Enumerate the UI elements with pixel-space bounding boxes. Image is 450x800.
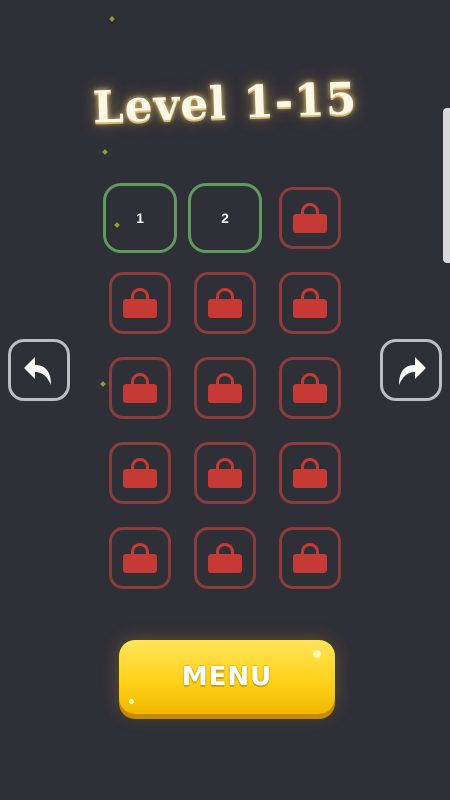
curved-arrow-right-icon (399, 357, 426, 385)
locked-level-button[interactable] (194, 442, 256, 504)
locked-level-button[interactable] (109, 357, 171, 419)
level-number: 1 (136, 210, 144, 226)
lock-icon (208, 373, 242, 403)
curved-arrow-left-icon (24, 357, 51, 385)
lock-icon (208, 458, 242, 488)
next-page-button[interactable] (380, 339, 442, 401)
locked-level-button[interactable] (109, 272, 171, 334)
lock-icon (293, 288, 327, 318)
locked-level-button[interactable] (279, 442, 341, 504)
locked-level-button[interactable] (279, 527, 341, 589)
level-button[interactable]: 2 (188, 183, 262, 253)
locked-level-button[interactable] (194, 357, 256, 419)
lock-icon (123, 373, 157, 403)
level-number: 2 (221, 210, 229, 226)
previous-page-button[interactable] (8, 339, 70, 401)
lock-icon (208, 288, 242, 318)
locked-level-button[interactable] (279, 187, 341, 249)
locked-level-button[interactable] (109, 442, 171, 504)
lock-icon (123, 543, 157, 573)
button-shine-decoration (313, 650, 321, 658)
locked-level-button[interactable] (194, 272, 256, 334)
lock-icon (293, 543, 327, 573)
lock-icon (123, 458, 157, 488)
menu-button[interactable]: MENU (119, 640, 335, 714)
level-button[interactable]: 1 (103, 183, 177, 253)
locked-level-button[interactable] (279, 272, 341, 334)
lock-icon (123, 288, 157, 318)
button-shine-decoration (129, 699, 134, 704)
locked-level-button[interactable] (109, 527, 171, 589)
lock-icon (208, 543, 242, 573)
menu-button-label: MENU (181, 662, 273, 692)
locked-level-button[interactable] (194, 527, 256, 589)
lock-icon (293, 373, 327, 403)
locked-level-button[interactable] (279, 357, 341, 419)
lock-icon (293, 203, 327, 233)
lock-icon (293, 458, 327, 488)
